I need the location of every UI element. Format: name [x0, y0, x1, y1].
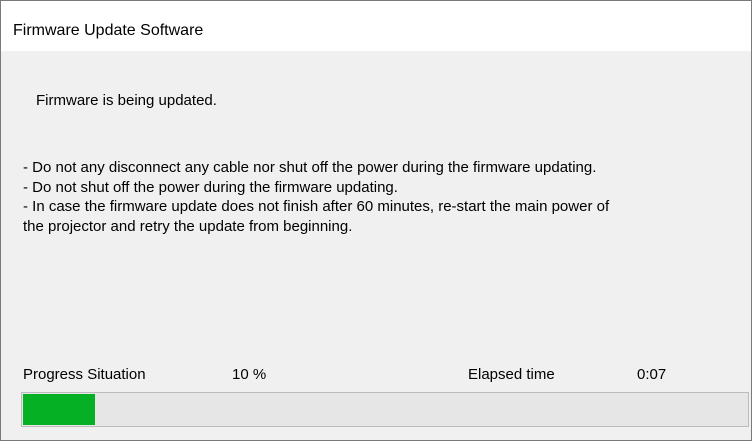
- elapsed-time-label: Elapsed time: [468, 366, 555, 383]
- firmware-update-window: Firmware Update Software Firmware is bei…: [0, 0, 752, 441]
- update-status-text: Firmware is being updated.: [36, 92, 217, 109]
- progress-bar: [21, 392, 749, 427]
- warning-messages: - Do not any disconnect any cable nor sh…: [23, 158, 738, 236]
- window-title: Firmware Update Software: [13, 22, 204, 39]
- progress-situation-label: Progress Situation: [23, 366, 146, 383]
- warning-line: the projector and retry the update from …: [23, 217, 353, 235]
- warning-line: - In case the firmware update does not f…: [23, 198, 610, 215]
- progress-percent-value: 10 %: [232, 366, 267, 383]
- title-bar[interactable]: Firmware Update Software: [1, 1, 751, 51]
- window-content: Firmware is being updated. - Do not any …: [1, 51, 751, 440]
- warning-line: - Do not shut off the power during the f…: [23, 178, 398, 196]
- warning-line: - Do not any disconnect any cable nor sh…: [23, 159, 597, 176]
- progress-bar-fill: [23, 394, 95, 425]
- elapsed-time-value: 0:07: [637, 366, 667, 383]
